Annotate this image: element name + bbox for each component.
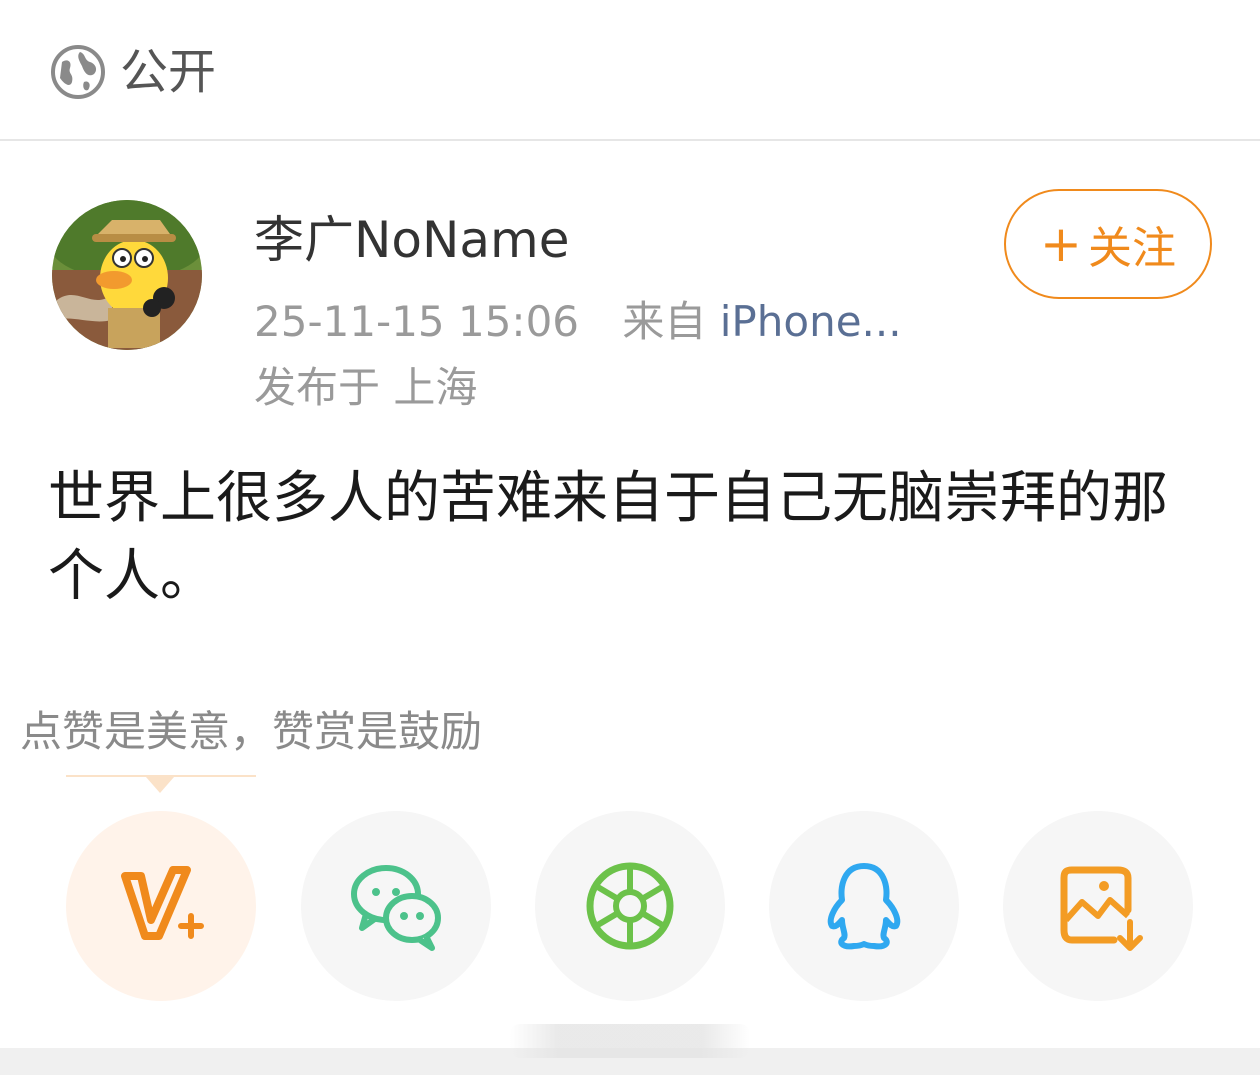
- home-indicator: [510, 1024, 750, 1058]
- avatar[interactable]: [52, 200, 202, 350]
- reward-button[interactable]: [66, 811, 256, 1001]
- penguin-icon: [827, 863, 901, 950]
- visibility-bar[interactable]: 公开: [0, 0, 1260, 141]
- share-wechat-button[interactable]: [301, 811, 491, 1001]
- plus-icon: +: [1040, 215, 1082, 273]
- reward-hint: 点赞是美意，赞赏是鼓励: [20, 707, 483, 756]
- post-source[interactable]: iPhone...: [720, 297, 902, 346]
- share-qq-button[interactable]: [769, 811, 959, 1001]
- globe-icon: [51, 45, 105, 99]
- post-location: 发布于 上海: [254, 363, 478, 412]
- aperture-icon: [586, 862, 674, 950]
- duck-explorer-avatar: [52, 200, 202, 350]
- post-meta: 25-11-15 15:06 来自 iPhone...: [254, 296, 902, 348]
- follow-button[interactable]: + 关注: [1004, 189, 1212, 299]
- visibility-label: 公开: [120, 44, 217, 100]
- wechat-icon: [351, 865, 441, 951]
- hint-caret: [146, 777, 174, 793]
- save-image-button[interactable]: [1003, 811, 1193, 1001]
- author-name[interactable]: 李广NoName: [254, 208, 570, 272]
- source-prefix: 来自: [622, 297, 707, 346]
- post-detail-page: 公开 李广NoName 25-11-15 15:06 来自 iPhone... …: [0, 0, 1260, 1075]
- follow-label: 关注: [1087, 223, 1176, 274]
- share-moments-button[interactable]: [535, 811, 725, 1001]
- save-image-icon: [1060, 866, 1143, 951]
- bottom-strip: [0, 1024, 1260, 1075]
- post-text: 世界上很多人的苦难来自于自己无脑崇拜的那个人。: [48, 466, 1168, 609]
- post-time: 25-11-15 15:06: [254, 297, 580, 346]
- v-plus-icon: [121, 866, 204, 940]
